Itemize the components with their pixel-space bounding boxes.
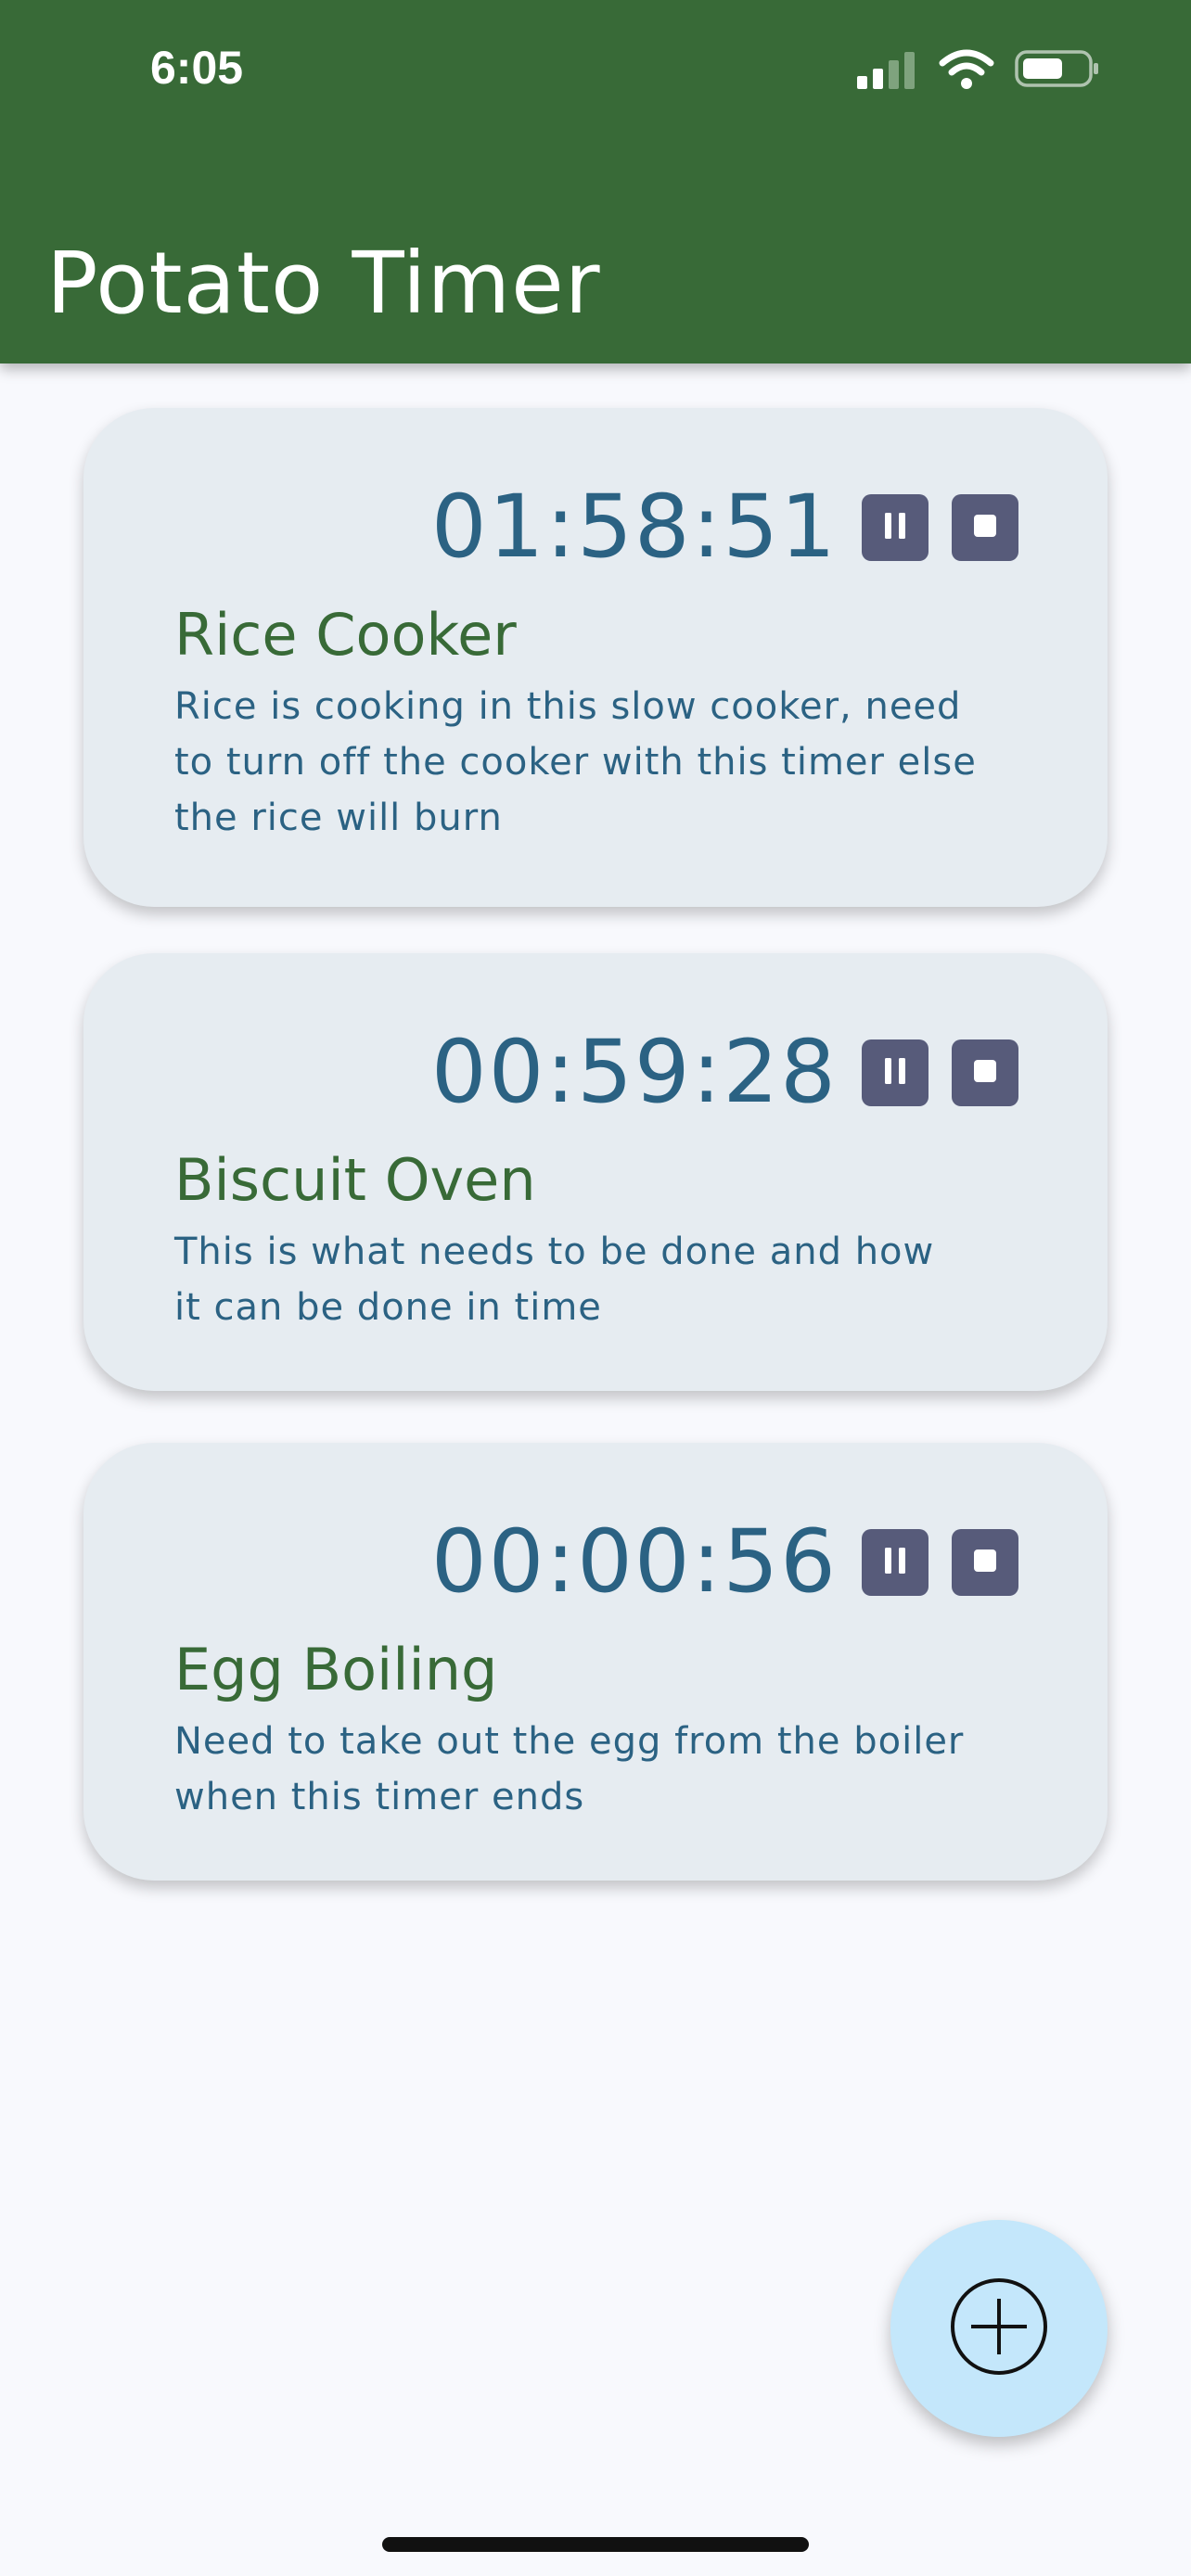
stop-icon	[972, 1548, 998, 1577]
timer-row: 00:00:56	[431, 1511, 1018, 1613]
pause-button[interactable]	[862, 493, 928, 561]
cellular-signal-icon	[855, 48, 918, 93]
app-bar: 6:05 Potato Timer	[0, 0, 1191, 363]
pause-button[interactable]	[862, 1528, 928, 1596]
stop-icon	[972, 1058, 998, 1088]
pause-icon	[881, 1056, 909, 1090]
home-indicator	[382, 2537, 809, 2552]
stop-button[interactable]	[952, 493, 1018, 561]
status-icons	[855, 48, 1100, 93]
timer-card[interactable]: 01:58:51 Rice Cooker Rice is cooking in …	[83, 408, 1108, 907]
timer-title: Biscuit Oven	[174, 1146, 536, 1214]
timer-countdown: 00:00:56	[430, 1511, 838, 1613]
stop-button[interactable]	[952, 1039, 1018, 1106]
status-time: 6:05	[150, 42, 244, 94]
timer-description: This is what needs to be done and how it…	[174, 1231, 935, 1329]
timer-card[interactable]: 00:59:28 Biscuit Oven This is what needs…	[83, 953, 1108, 1391]
pause-icon	[881, 511, 909, 544]
battery-icon	[1015, 48, 1100, 93]
add-circle-icon	[947, 2275, 1051, 2382]
timer-row: 01:58:51	[431, 477, 1018, 578]
timer-description: Rice is cooking in this slow cooker, nee…	[174, 685, 977, 839]
timer-title: Rice Cooker	[174, 601, 517, 669]
timer-card[interactable]: 00:00:56 Egg Boiling Need to take out th…	[83, 1443, 1108, 1881]
pause-button[interactable]	[862, 1039, 928, 1106]
wifi-icon	[939, 48, 994, 93]
timer-row: 00:59:28	[431, 1022, 1018, 1123]
screen: 6:05 Potato Timer 01:58:51 Rice Cooker R…	[0, 0, 1191, 2576]
timer-title: Egg Boiling	[174, 1636, 498, 1703]
timer-description: Need to take out the egg from the boiler…	[174, 1720, 965, 1818]
timer-countdown: 00:59:28	[430, 1022, 838, 1123]
stop-icon	[972, 513, 998, 542]
page-title: Potato Timer	[46, 234, 601, 333]
add-timer-button[interactable]	[890, 2220, 1108, 2437]
pause-icon	[881, 1546, 909, 1579]
timer-countdown: 01:58:51	[430, 477, 838, 578]
stop-button[interactable]	[952, 1528, 1018, 1596]
